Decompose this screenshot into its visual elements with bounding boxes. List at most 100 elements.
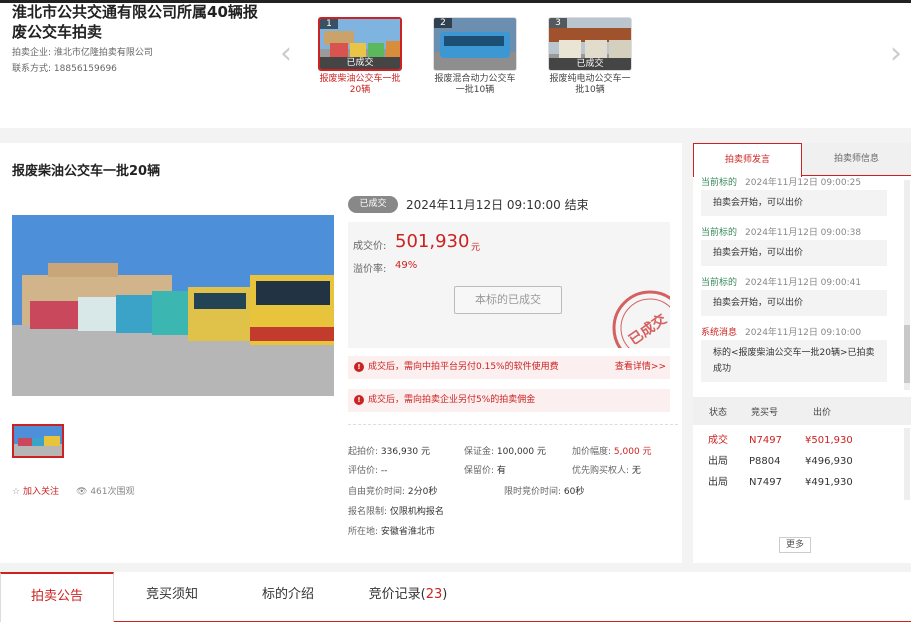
deal-price: 501,930 [395,231,470,252]
message-sender: 当前标的 [701,228,738,238]
company-name: 淮北市亿隆拍卖有限公司 [53,48,153,58]
tab-label-close: ) [442,587,448,602]
follow-label: 加入关注 [22,487,59,497]
company-label: 拍卖企业: [12,48,52,58]
more-bids-button[interactable]: 更多 [779,537,811,553]
lot-thumb-image: 3 已成交 [548,17,632,71]
detail-signup: 报名限制: 仅限机构报名 [348,504,444,517]
lot-state: 已成交 [320,57,400,69]
lot-thumb-3[interactable]: 3 已成交 报废纯电动公交车一批10辆 [548,17,632,96]
message-body: 拍卖会开始，可以出价 [701,190,887,216]
message-body: 拍卖会开始，可以出价 [701,290,887,316]
bid-row: 出局 N7497 ¥491,930 [693,472,903,493]
lot-number: 3 [549,18,567,28]
tab-auctioneer-speech[interactable]: 拍卖师发言 [693,143,802,177]
bid-col-number: 竞买号 [751,408,779,418]
bid-price: ¥496,930 [805,456,853,467]
lot-number: 2 [434,18,452,28]
lot-caption: 报废纯电动公交车一批10辆 [549,74,631,95]
bid-number: P8804 [749,456,781,467]
message-scrollbar[interactable] [904,180,910,390]
lot-photo[interactable] [12,215,334,396]
message-time: 2024年11月12日 09:00:38 [745,228,862,238]
tab-label: 竞价记录( [368,587,426,602]
bid-col-price: 出价 [813,408,832,418]
next-arrow-icon[interactable]: › [890,36,902,71]
lot-thumb-image: 2 [433,17,517,71]
deal-unit: 元 [471,243,481,253]
message-sender: 系统消息 [701,328,738,338]
detail-label: 评估价: [348,466,379,476]
detail-reserve: 保留价: 有 [464,463,506,476]
bid-scrollbar[interactable] [904,428,910,500]
detail-value: 5,000 元 [613,447,652,457]
detail-increment: 加价幅度: 5,000 元 [572,444,652,457]
detail-label: 保留价: [464,466,495,476]
detail-value: 有 [496,466,506,476]
tab-lot-intro[interactable]: 标的介绍 [230,572,346,622]
bid-table-header: 状态 竞买号 出价 [693,397,911,425]
detail-deposit: 保证金: 100,000 元 [464,444,546,457]
message-time: 2024年11月12日 09:00:25 [745,178,862,188]
lot-title: 报废柴油公交车一批20辆 [12,164,161,179]
message-list: 当前标的 2024年11月12日 09:00:25 拍卖会开始，可以出价 当前标的… [701,176,901,392]
notice-detail-link[interactable]: 查看详情>> [615,356,666,379]
lot-closed-button[interactable]: 本标的已成交 [454,286,562,314]
tab-auction-notice[interactable]: 拍卖公告 [0,572,114,622]
deal-price-label: 成交价: [353,241,387,252]
divider [348,424,678,425]
bid-price: ¥501,930 [805,435,853,446]
message-body: 标的<报废柴油公交车一批20辆>已拍卖成功 [701,340,887,382]
bid-row: 出局 P8804 ¥496,930 [693,451,903,472]
detail-priority: 优先购买权人: 无 [572,463,641,476]
detail-value: 2分0秒 [407,487,438,497]
follow-button[interactable]: ☆ 加入关注 [12,484,59,497]
lot-thumb-image: 1 已成交 [318,17,402,71]
message-sender: 当前标的 [701,278,738,288]
tab-bid-records[interactable]: 竞价记录(23) [346,572,470,622]
lot-caption: 报废柴油公交车一批20辆 [319,74,401,95]
lot-thumb-2[interactable]: 2 报废混合动力公交车一批10辆 [433,17,517,96]
auction-company: 拍卖企业: 淮北市亿隆拍卖有限公司 [12,45,153,58]
detail-label: 报名限制: [348,507,388,517]
lot-photo-thumb[interactable] [12,424,64,458]
lot-number: 1 [320,19,338,29]
auction-title: 淮北市公共交通有限公司所属40辆报废公交车拍卖 [12,3,258,41]
detail-appraise: 评估价: -- [348,463,387,476]
warning-icon: ! [354,362,364,372]
notice-text: 成交后，需向中拍平台另付0.15%的软件使用费 [368,362,559,372]
detail-label: 保证金: [464,447,495,457]
message-header: 系统消息 2024年11月12日 09:10:00 [701,326,901,340]
detail-value: 336,930 元 [380,447,431,457]
contact-label: 联系方式: [12,64,52,74]
message-time: 2024年11月12日 09:00:41 [745,278,862,288]
message-time: 2024年11月12日 09:10:00 [745,328,862,338]
star-icon: ☆ [12,487,21,497]
detail-limit-time: 限时竞价时间: 60秒 [504,484,584,497]
notice-text: 成交后，需向拍卖企业另付5%的拍卖佣金 [368,395,536,405]
views-count: 👁 461次围观 [76,484,135,497]
stamp-text: 已成交 [626,311,670,348]
tab-auctioneer-info[interactable]: 拍卖师信息 [802,143,911,176]
lot-thumb-1[interactable]: 1 已成交 报废柴油公交车一批20辆 [318,17,402,96]
detail-value: 60秒 [563,487,585,497]
bid-price: ¥491,930 [805,477,853,488]
message-sender: 当前标的 [701,178,738,188]
lot-state: 已成交 [549,58,631,70]
bid-status: 成交 [708,435,728,446]
scrollbar-thumb[interactable] [904,325,910,383]
detail-value: 仅限机构报名 [389,507,444,517]
tab-bidding-rules[interactable]: 竞买须知 [114,572,230,622]
detail-start-price: 起拍价: 336,930 元 [348,444,430,457]
message-body: 拍卖会开始，可以出价 [701,240,887,266]
detail-value: 无 [631,466,641,476]
notice-software-fee: ! 成交后，需向中拍平台另付0.15%的软件使用费 查看详情>> [348,356,670,379]
detail-label: 优先购买权人: [572,466,630,476]
detail-tabs: 拍卖公告 竞买须知 标的介绍 竞价记录(23) [0,572,911,622]
bid-row: 成交 N7497 ¥501,930 [693,430,903,451]
bid-col-status: 状态 [709,408,728,418]
status-badge: 已成交 [348,196,398,213]
detail-location: 所在地: 安徽省淮北市 [348,524,435,537]
bid-number: N7497 [749,435,782,446]
prev-arrow-icon[interactable]: ‹ [280,36,292,71]
